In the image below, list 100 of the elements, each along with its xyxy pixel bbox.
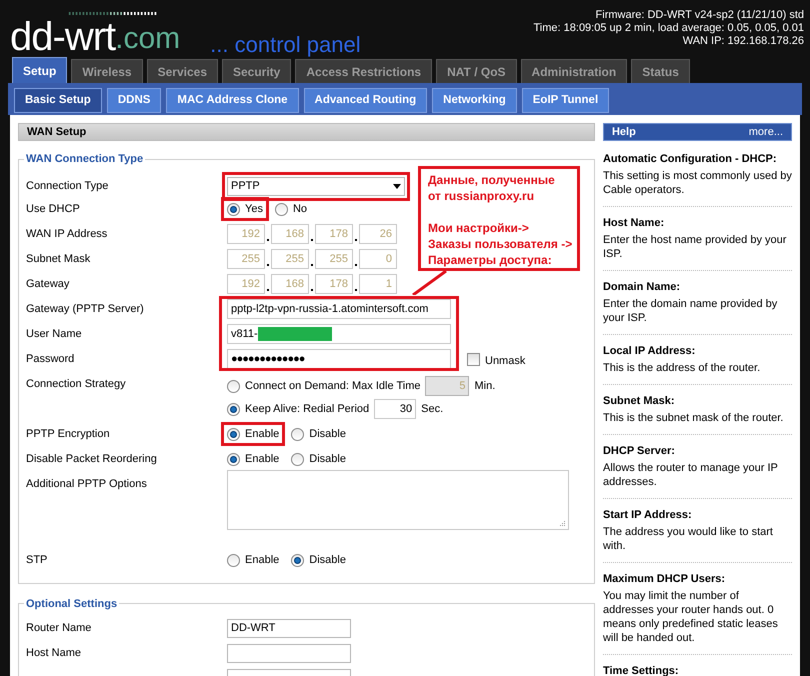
option-label: Enable (245, 426, 280, 442)
radio-button[interactable] (227, 428, 240, 440)
option-label: Connect on Demand: Max Idle Time (245, 378, 420, 394)
sub-tab[interactable]: Networking (432, 88, 517, 113)
nav-tab[interactable]: Security (222, 59, 292, 83)
help-entry-text: This is the subnet mask of the router. (602, 411, 784, 425)
dot-separator-icon (311, 239, 313, 241)
sub-tab[interactable]: DDNS (106, 88, 162, 113)
callout-text: Мои настройки-> (428, 220, 530, 236)
radio-button[interactable] (291, 554, 304, 566)
callout-text: Данные, полученные (428, 172, 556, 188)
radio-button[interactable] (227, 554, 240, 566)
radio-button[interactable] (227, 202, 240, 216)
logo-text: dd-wrt (10, 17, 116, 57)
sub-tab[interactable]: Basic Setup (14, 88, 102, 113)
more-link[interactable]: more... (748, 124, 783, 140)
option-label: No (292, 202, 308, 217)
dot-separator-icon (355, 239, 357, 241)
field-label: Gateway (26, 276, 70, 292)
help-entry-title: Domain Name: (602, 280, 682, 294)
field-label: Password (26, 352, 76, 367)
option-label: Enable (245, 552, 280, 568)
help-entry-title: Time Settings: (602, 664, 680, 676)
text-input-field[interactable]: DD-WRT (227, 619, 351, 638)
password-field[interactable]: ●●●●●●●●●●●●● (227, 349, 451, 369)
option-label: Disable (309, 452, 346, 467)
unit-label: Min. (474, 378, 496, 394)
dot-separator-icon (355, 264, 357, 266)
radio-button[interactable] (227, 402, 240, 416)
dropdown-caret-icon (393, 184, 401, 188)
section-header: WAN Setup (18, 123, 595, 141)
help-entry-title: Maximum DHCP Users: (602, 572, 726, 586)
field-label: Connection Strategy (26, 376, 127, 392)
text-input-field[interactable] (227, 644, 351, 663)
help-entry-text: Allows the router to manage your IP addresses. (602, 461, 779, 489)
callout-text: от russianproxy.ru (428, 188, 536, 204)
callout-text: Заказы пользователя -> (428, 236, 570, 252)
tagline: ... control panel (210, 34, 361, 56)
text-input-field[interactable]: v811- (227, 324, 451, 344)
field-label: Router Name (26, 621, 92, 636)
option-label: Yes (245, 202, 263, 217)
help-entry-text: You may limit the number of addresses your router hands out. 0 means only predefined static leases will be handed out. (602, 589, 779, 645)
field-label: Use DHCP (26, 202, 81, 217)
option-label: Disable (309, 426, 346, 442)
radio-button[interactable] (291, 428, 304, 440)
field-label: STP (26, 552, 48, 568)
radio-button[interactable] (227, 452, 240, 466)
help-title: Help (612, 124, 636, 140)
field-label: Gateway (PPTP Server) (26, 302, 145, 317)
option-label: Keep Alive: Redial Period (245, 402, 370, 417)
sub-tab[interactable]: Advanced Routing (304, 88, 428, 113)
field-label: Subnet Mask (26, 252, 92, 267)
field-label: User Name (26, 326, 83, 342)
radio-button[interactable] (291, 452, 304, 466)
logo-suffix: .com (115, 24, 180, 54)
help-entry-text: This setting is most commonly used by Cable operators. (602, 169, 792, 197)
number-input-field[interactable]: 30 (374, 399, 416, 419)
nav-tab[interactable]: Setup (12, 57, 68, 83)
dot-separator-icon (311, 289, 313, 291)
wan-ip-text: WAN IP: 192.168.178.26 (682, 35, 804, 48)
field-label: WAN IP Address (26, 226, 108, 242)
field-label: PPTP Encryption (26, 426, 111, 442)
field-label: Connection Type (26, 178, 110, 194)
help-entry-text: The address you would like to start with. (602, 525, 774, 553)
nav-tab[interactable]: Administration (520, 59, 628, 83)
text-input-field[interactable]: pptp-l2tp-vpn-russia-1.atomintersoft.com (227, 299, 451, 319)
dot-separator-icon (355, 289, 357, 291)
help-entry-title: Start IP Address: (602, 508, 693, 522)
help-entry-title: Subnet Mask: (602, 394, 676, 408)
fieldset-legend: WAN Connection Type (24, 151, 146, 168)
option-label: Disable (309, 552, 346, 568)
field-label: Disable Packet Reordering (26, 452, 158, 467)
fieldset-legend: Optional Settings (24, 596, 120, 612)
nav-tab[interactable]: NAT / QoS (436, 59, 517, 83)
sub-tab[interactable]: EoIP Tunnel (522, 88, 610, 113)
field-label: Additional PPTP Options (26, 478, 147, 490)
unit-label: Sec. (421, 402, 444, 417)
option-label: Enable (245, 452, 280, 467)
help-entry-text: This is the address of the router. (602, 361, 762, 375)
help-entry-text: Enter the host name provided by your ISP. (602, 233, 788, 261)
help-entry-title: Local IP Address: (602, 344, 696, 358)
nav-tab[interactable]: Status (631, 59, 690, 83)
dot-separator-icon (311, 264, 313, 266)
nav-tab[interactable]: Access Restrictions (295, 59, 432, 83)
help-entry-title: DHCP Server: (602, 444, 676, 458)
connection-type-select[interactable]: PPTP (227, 176, 405, 196)
nav-tab[interactable]: Wireless (71, 59, 143, 83)
dot-separator-icon (267, 264, 269, 266)
help-entry-title: Host Name: (602, 216, 666, 230)
help-entry-text: Enter the domain name provided by your ISP. (602, 297, 778, 325)
help-entry-title: Automatic Configuration - DHCP: (602, 152, 778, 166)
checkbox-label: Unmask (485, 354, 526, 369)
nav-tab[interactable]: Services (146, 59, 218, 83)
dot-separator-icon (267, 289, 269, 291)
field-label: Host Name (26, 646, 82, 662)
radio-button[interactable] (274, 202, 288, 216)
firmware-text: Firmware: DD-WRT v24-sp2 (11/21/10) std (594, 9, 804, 22)
sub-tab[interactable]: MAC Address Clone (166, 88, 299, 113)
uptime-text: Time: 18:09:05 up 2 min, load average: 0.05, 0.05, 0.01 (534, 22, 804, 35)
checkbox[interactable] (467, 352, 480, 366)
